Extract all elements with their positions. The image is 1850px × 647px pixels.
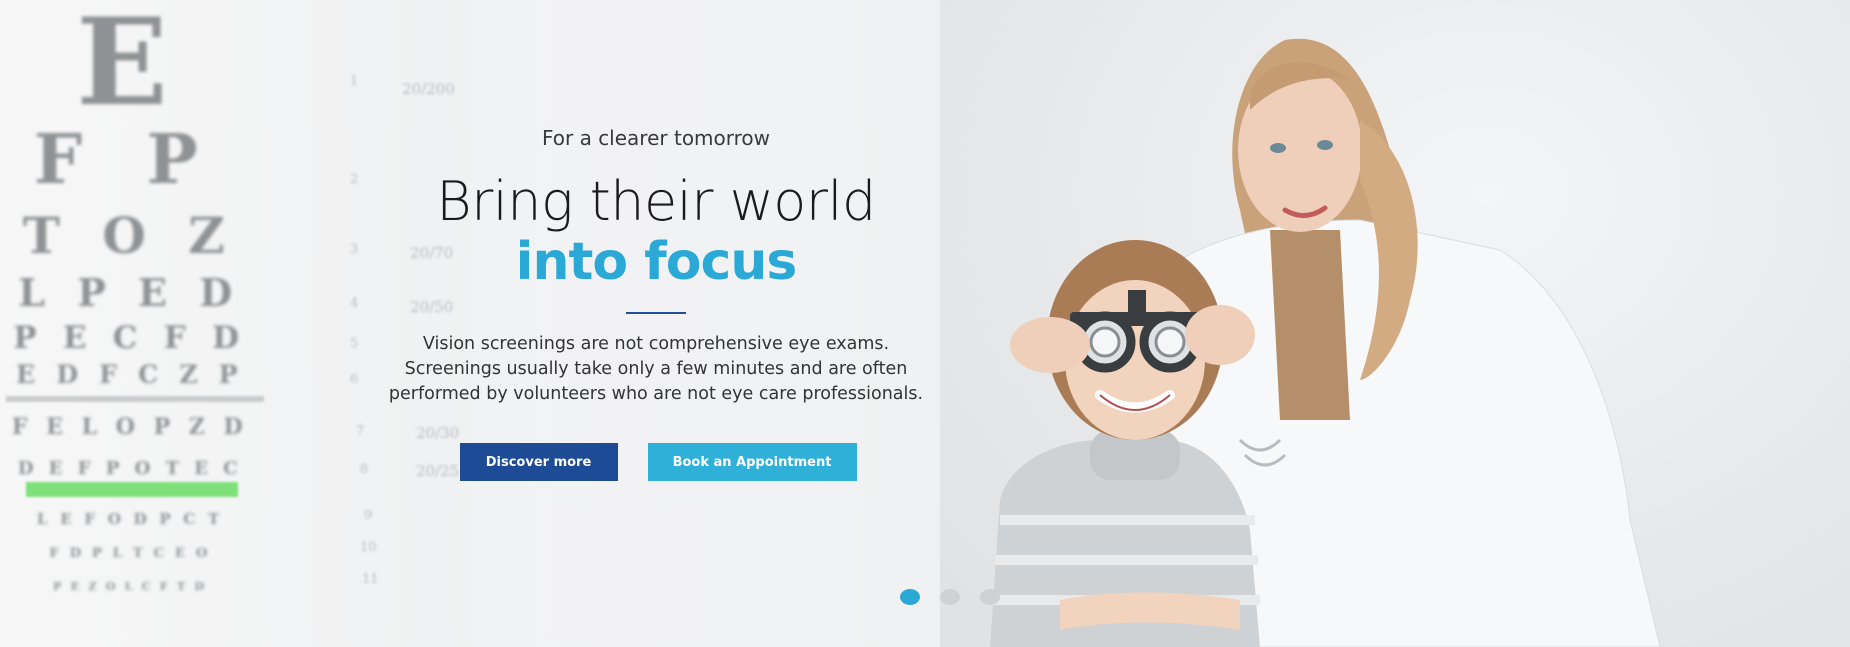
eye-chart-row: P E Z O L C F T D — [53, 580, 207, 593]
eye-chart-row: D E F P O T E C — [17, 458, 243, 479]
hero-headline-accent: into focus — [515, 232, 798, 292]
hero-description-line: performed by volunteers who are not eye … — [388, 384, 924, 404]
hero-content: For a clearer tomorrow Bring their world… — [356, 118, 956, 481]
headline-divider — [626, 312, 686, 314]
hero-description-line: Screenings usually take only a few minut… — [404, 359, 908, 379]
hero-kicker: For a clearer tomorrow — [541, 126, 771, 150]
eye-chart-green-bar — [26, 482, 238, 497]
eye-chart-letters: E F P T O Z L P E D P E C F D E D F C Z … — [0, 0, 270, 647]
eye-chart-row: F D P L T C E O — [49, 546, 211, 561]
carousel-dot-2[interactable] — [940, 589, 960, 605]
carousel-dot-1[interactable] — [900, 589, 920, 605]
eye-chart-number: 10 — [360, 540, 377, 555]
hero-description-line: Vision screenings are not comprehensive … — [422, 334, 890, 354]
eye-chart-row: F P — [33, 120, 219, 200]
eye-chart-row: P E C F D — [13, 320, 247, 356]
book-appointment-button[interactable]: Book an Appointment — [647, 443, 857, 481]
eye-chart-row: L P E D — [18, 270, 242, 315]
hero-description: Vision screenings are not comprehensive … — [356, 332, 956, 407]
eye-chart-number: 1 — [350, 74, 359, 89]
hero-slider: E F P T O Z L P E D P E C F D E D F C Z … — [0, 0, 1850, 647]
people-illustration — [990, 38, 1661, 647]
carousel-pagination — [900, 589, 1000, 605]
eye-chart-row: F E L O P Z D — [11, 414, 249, 440]
discover-more-button[interactable]: Discover more — [459, 443, 618, 481]
eye-chart-number: 20/200 — [402, 80, 455, 98]
eye-chart-row: E — [76, 0, 168, 133]
hero-buttons: Discover more Book an Appointment — [356, 443, 956, 481]
optometrist-child-photo — [940, 0, 1850, 647]
carousel-dot-3[interactable] — [980, 589, 1000, 605]
eye-chart-row: E D F C Z P — [16, 360, 244, 389]
eye-chart-number: 9 — [364, 508, 373, 523]
eye-chart-row: L E F O D P C T — [37, 510, 223, 528]
hero-headline: Bring their world — [436, 170, 876, 233]
eye-chart-number: 11 — [362, 572, 379, 587]
eye-chart-row: T O Z — [22, 206, 238, 265]
eye-chart-divider — [6, 396, 264, 402]
